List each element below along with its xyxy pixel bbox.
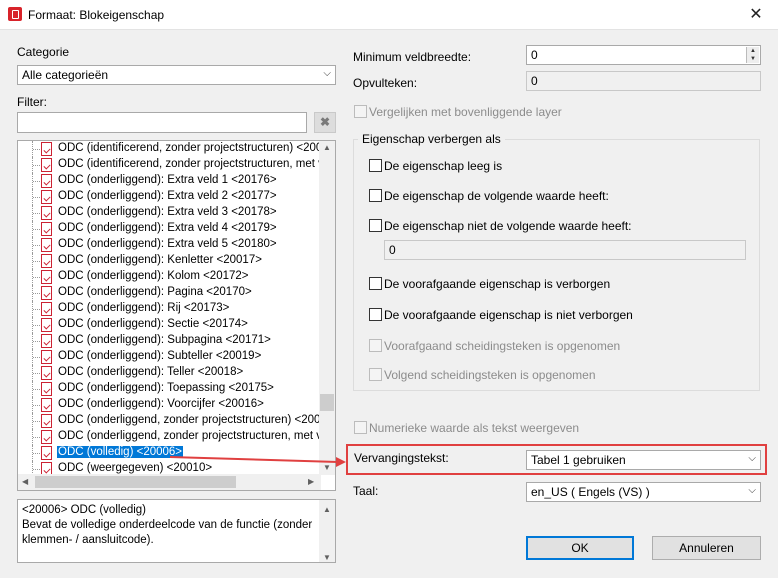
- annotation-arrow: [169, 456, 346, 467]
